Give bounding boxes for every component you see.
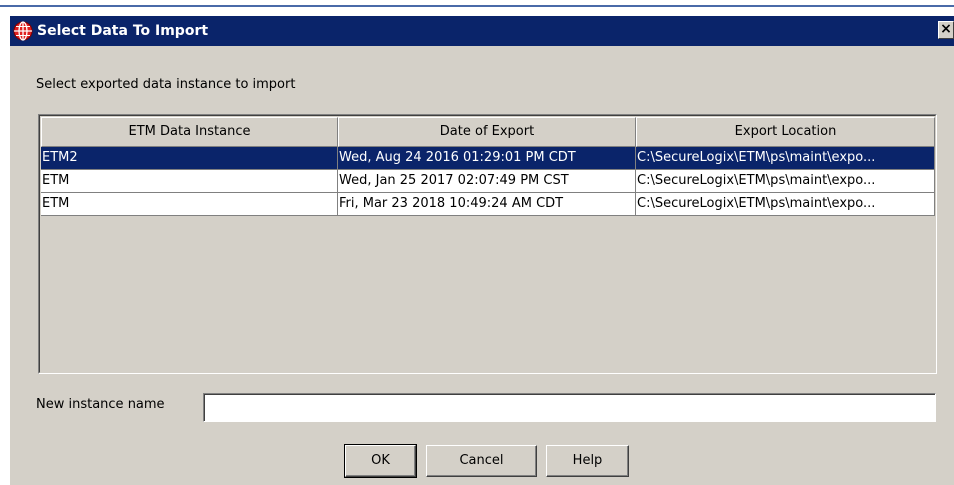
table-row[interactable]: ETM2 Wed, Aug 24 2016 01:29:01 PM CDT C:… [41, 147, 935, 170]
window-top-edge [0, 0, 954, 16]
cancel-button[interactable]: Cancel [426, 445, 537, 477]
cell-instance: ETM [41, 193, 338, 216]
instruction-text: Select exported data instance to import [36, 77, 296, 92]
window-top-line [0, 5, 954, 7]
close-icon: × [940, 21, 952, 37]
cell-instance: ETM [41, 170, 338, 193]
column-header-location[interactable]: Export Location [636, 117, 935, 147]
cell-date: Wed, Aug 24 2016 01:29:01 PM CDT [338, 147, 636, 170]
column-header-instance[interactable]: ETM Data Instance [41, 117, 338, 147]
close-button[interactable]: × [938, 21, 954, 39]
instance-name-input[interactable] [203, 393, 936, 422]
instance-table: ETM Data Instance Date of Export Export … [38, 114, 937, 374]
table-header: ETM Data Instance Date of Export Export … [41, 117, 935, 147]
ok-button[interactable]: OK [344, 444, 417, 478]
instance-name-label: New instance name [36, 397, 165, 412]
title-bar[interactable]: Select Data To Import × [10, 16, 954, 46]
select-data-dialog: Select Data To Import × Select exported … [0, 0, 954, 485]
globe-icon [13, 21, 33, 41]
cell-date: Fri, Mar 23 2018 10:49:24 AM CDT [338, 193, 636, 216]
cell-instance: ETM2 [41, 147, 338, 170]
table-row[interactable]: ETM Wed, Jan 25 2017 02:07:49 PM CST C:\… [41, 170, 935, 193]
window-left-edge [0, 16, 10, 485]
cell-location: C:\SecureLogix\ETM\ps\maint\expo... [636, 193, 935, 216]
cell-date: Wed, Jan 25 2017 02:07:49 PM CST [338, 170, 636, 193]
help-button[interactable]: Help [546, 445, 629, 477]
window-title: Select Data To Import [37, 23, 209, 39]
table-viewport: ETM Data Instance Date of Export Export … [39, 115, 936, 373]
cell-location: C:\SecureLogix\ETM\ps\maint\expo... [636, 170, 935, 193]
table-row[interactable]: ETM Fri, Mar 23 2018 10:49:24 AM CDT C:\… [41, 193, 935, 216]
column-header-date[interactable]: Date of Export [338, 117, 636, 147]
cell-location: C:\SecureLogix\ETM\ps\maint\expo... [636, 147, 935, 170]
